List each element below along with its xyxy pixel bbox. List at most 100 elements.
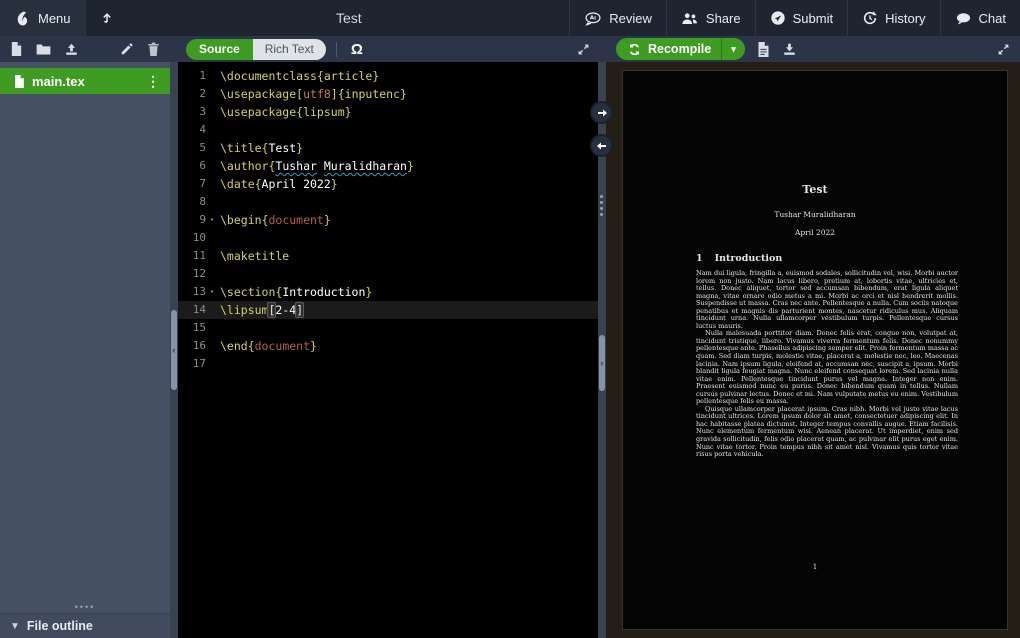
code-line[interactable]: 2\usepackage[utf8]{inputenc} (178, 85, 598, 103)
fold-arrow-icon[interactable]: ▾ (206, 211, 218, 229)
file-menu-kebab-icon[interactable]: ⋮ (146, 74, 160, 88)
pdf-author: Tushar Muralidharan (623, 210, 1007, 219)
pdf-paragraph: Nulla malesuada porttitor diam. Donec fe… (696, 330, 958, 405)
line-number: 6 (178, 157, 206, 175)
code-token: utf8 (303, 87, 331, 101)
sidebar-collapse-handle[interactable]: ‹ (171, 310, 177, 390)
code-line[interactable]: 1 \documentclass{article} (178, 67, 598, 85)
line-number: 11 (178, 247, 206, 265)
fold-arrow-icon[interactable]: ▾ (206, 283, 218, 301)
code-line[interactable]: 5\title{Test} (178, 139, 598, 157)
pdf-title: Test (623, 183, 1007, 196)
outline-resize-handle[interactable]: •••• (0, 600, 170, 613)
expand-editor-icon[interactable] (577, 43, 590, 56)
pdf-section-heading: 1Introduction (696, 253, 782, 264)
fold-gutter (206, 265, 218, 283)
code-line[interactable]: 16\end{document} (178, 337, 598, 355)
editor-pdf-divider[interactable]: › (598, 62, 606, 638)
fold-gutter (206, 229, 218, 247)
up-arrow-icon (100, 11, 114, 25)
history-icon (862, 10, 878, 26)
code-line[interactable]: 15 (178, 319, 598, 337)
file-tree-panel: main.tex ⋮ •••• ▼ File outline (0, 62, 170, 638)
line-number: 2 (178, 85, 206, 103)
code-token: 2-4 (275, 303, 296, 317)
back-to-projects-button[interactable] (85, 0, 128, 36)
code-line[interactable]: 13▾\section{Introduction} (178, 283, 598, 301)
fold-gutter (206, 319, 218, 337)
sync-to-code-button[interactable] (590, 134, 613, 157)
fold-gutter (206, 157, 218, 175)
code-token: \end{ (220, 339, 255, 353)
pdf-collapse-handle[interactable]: › (599, 335, 605, 391)
fold-gutter (206, 103, 218, 121)
submit-button[interactable]: Submit (755, 0, 847, 36)
code-line[interactable]: 7\date{April 2022} (178, 175, 598, 193)
file-tree-item-main-tex[interactable]: main.tex ⋮ (0, 68, 170, 94)
fold-gutter (206, 337, 218, 355)
rename-pencil-icon[interactable] (120, 42, 134, 56)
code-content: \title{Test} (218, 139, 303, 157)
submit-icon (770, 10, 786, 26)
editor-toolbar: Source Rich Text Ω (178, 36, 598, 62)
line-number: 9 (178, 211, 206, 229)
recompile-button[interactable]: Recompile (616, 42, 721, 56)
code-token: } (365, 285, 372, 299)
code-token: } (324, 213, 331, 227)
code-line[interactable]: 6\author{Tushar Muralidharan} (178, 157, 598, 175)
code-token: document (268, 213, 323, 227)
code-token: \lipsum (220, 303, 268, 317)
delete-trash-icon[interactable] (147, 42, 160, 56)
code-line[interactable]: 4 (178, 121, 598, 139)
line-number: 17 (178, 355, 206, 373)
toolbar-divider-left (170, 36, 178, 62)
rich-text-mode-button[interactable]: Rich Text (253, 39, 326, 60)
line-number: 4 (178, 121, 206, 139)
code-line[interactable]: 8 (178, 193, 598, 211)
code-editor[interactable]: 1 \documentclass{article} 2\usepackage[utf… (178, 62, 598, 638)
code-line[interactable]: 17 (178, 355, 598, 373)
chat-icon (955, 11, 972, 26)
menu-button[interactable]: Menu (0, 0, 85, 36)
sidebar-editor-divider[interactable]: ‹ (170, 62, 178, 638)
download-pdf-icon[interactable] (782, 42, 797, 56)
fold-gutter (206, 85, 218, 103)
pane-resize-handle[interactable] (600, 195, 603, 216)
fold-gutter (206, 247, 218, 265)
line-number: 1 (178, 67, 206, 85)
file-outline-header[interactable]: ▼ File outline (0, 613, 170, 638)
code-token: Test (268, 141, 296, 155)
code-token: } (310, 339, 317, 353)
code-line[interactable]: 12 (178, 265, 598, 283)
expand-pdf-icon[interactable] (997, 43, 1010, 56)
overleaf-app: Menu Test Review (0, 0, 1020, 638)
chat-button[interactable]: Chat (940, 0, 1020, 36)
upload-icon[interactable] (64, 42, 79, 56)
code-line[interactable]: 14\lipsum[2-4] (178, 301, 598, 319)
line-number: 7 (178, 175, 206, 193)
code-line[interactable]: 3\usepackage{lipsum} (178, 103, 598, 121)
code-content (218, 319, 220, 337)
new-folder-icon[interactable] (36, 43, 51, 56)
source-mode-button[interactable]: Source (186, 39, 253, 60)
recompile-dropdown-caret[interactable]: ▾ (721, 38, 745, 60)
code-token: \documentclass{article} (220, 69, 379, 83)
pdf-date: April 2022 (623, 228, 1007, 237)
code-line[interactable]: 11 \maketitle (178, 247, 598, 265)
code-token: \usepackage{lipsum} (220, 105, 352, 119)
code-line[interactable]: 10 (178, 229, 598, 247)
sync-to-pdf-button[interactable] (590, 101, 613, 124)
code-content (218, 121, 220, 139)
review-button[interactable]: Review (569, 0, 666, 36)
pdf-preview-pane[interactable]: Test Tushar Muralidharan April 2022 1Int… (606, 62, 1020, 638)
code-line[interactable]: 9▾\begin{document} (178, 211, 598, 229)
history-button[interactable]: History (847, 0, 939, 36)
compile-logs-icon[interactable] (757, 42, 770, 57)
symbol-palette-button[interactable]: Ω (347, 41, 367, 58)
code-token: \maketitle (220, 249, 289, 263)
share-button[interactable]: Share (666, 0, 755, 36)
menu-label: Menu (38, 11, 71, 26)
line-number: 15 (178, 319, 206, 337)
new-file-icon[interactable] (10, 42, 23, 56)
toolbar-divider-right (598, 36, 606, 62)
